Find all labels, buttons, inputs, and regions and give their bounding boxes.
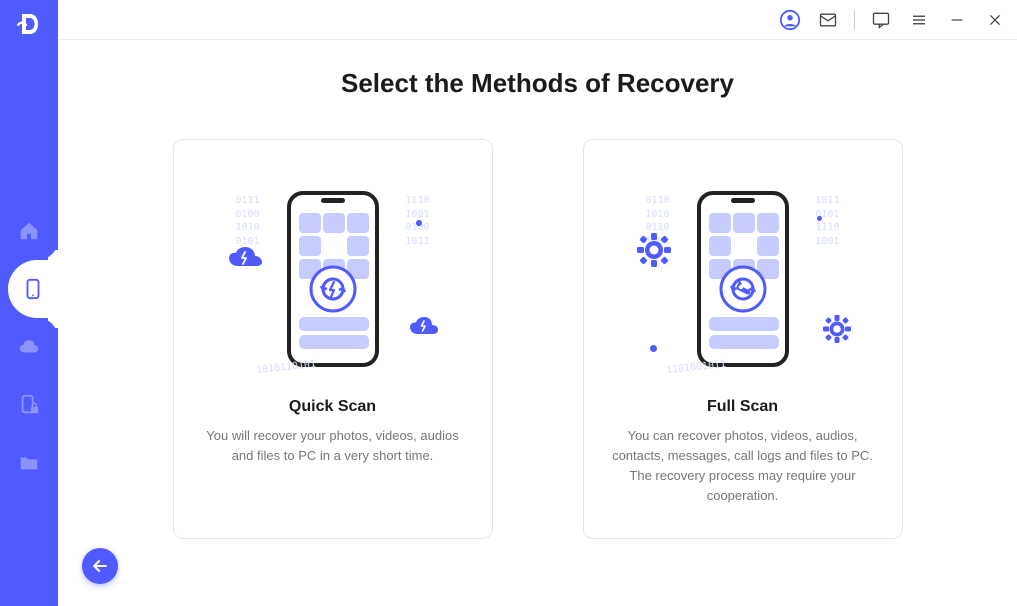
home-icon <box>18 220 40 242</box>
mail-button[interactable] <box>816 8 840 32</box>
sidebar-item-phone[interactable] <box>8 260 58 318</box>
card-title: Quick Scan <box>289 398 376 416</box>
content: Select the Methods of Recovery 0111 0100… <box>58 40 1017 606</box>
mail-icon <box>818 10 838 30</box>
back-button[interactable] <box>82 548 118 584</box>
menu-button[interactable] <box>907 8 931 32</box>
sidebar-item-cloud[interactable] <box>0 318 58 376</box>
cloud-lightning-icon <box>226 244 266 274</box>
sidebar <box>0 0 58 606</box>
main-area: Select the Methods of Recovery 0111 0100… <box>58 0 1017 606</box>
gear-icon <box>822 314 852 344</box>
illustration-quick-scan: 0111 0100 1010 0101 1110 1001 0100 1011 … <box>196 164 470 394</box>
illustration-full-scan: 0110 1010 0110 1001 1011 0101 1110 1001 … <box>606 164 880 394</box>
feedback-button[interactable] <box>869 8 893 32</box>
minimize-button[interactable] <box>945 8 969 32</box>
titlebar <box>58 0 1017 40</box>
phone-illustration <box>693 189 793 369</box>
card-quick-scan[interactable]: 0111 0100 1010 0101 1110 1001 0100 1011 … <box>173 139 493 539</box>
feedback-icon <box>871 10 891 30</box>
page-title: Select the Methods of Recovery <box>58 68 1017 99</box>
sidebar-item-folder[interactable] <box>0 434 58 492</box>
cards-row: 0111 0100 1010 0101 1110 1001 0100 1011 … <box>58 139 1017 539</box>
phone-illustration <box>283 189 383 369</box>
card-desc: You can recover photos, videos, audios, … <box>606 426 880 507</box>
menu-icon <box>910 11 928 29</box>
separator <box>854 10 855 30</box>
sidebar-item-secure-phone[interactable] <box>0 376 58 434</box>
arrow-left-icon <box>90 556 110 576</box>
card-title: Full Scan <box>707 398 778 416</box>
cloud-lightning-icon <box>408 314 442 340</box>
phone-lock-icon <box>18 394 40 416</box>
card-full-scan[interactable]: 0110 1010 0110 1001 1011 0101 1110 1001 … <box>583 139 903 539</box>
account-button[interactable] <box>778 8 802 32</box>
card-desc: You will recover your photos, videos, au… <box>196 426 470 466</box>
phone-icon <box>22 278 44 300</box>
close-icon <box>987 12 1003 28</box>
cloud-icon <box>18 336 40 358</box>
close-button[interactable] <box>983 8 1007 32</box>
app-logo <box>0 4 58 44</box>
gear-icon <box>636 232 672 268</box>
account-icon <box>779 9 801 31</box>
minimize-icon <box>949 12 965 28</box>
folder-icon <box>18 452 40 474</box>
